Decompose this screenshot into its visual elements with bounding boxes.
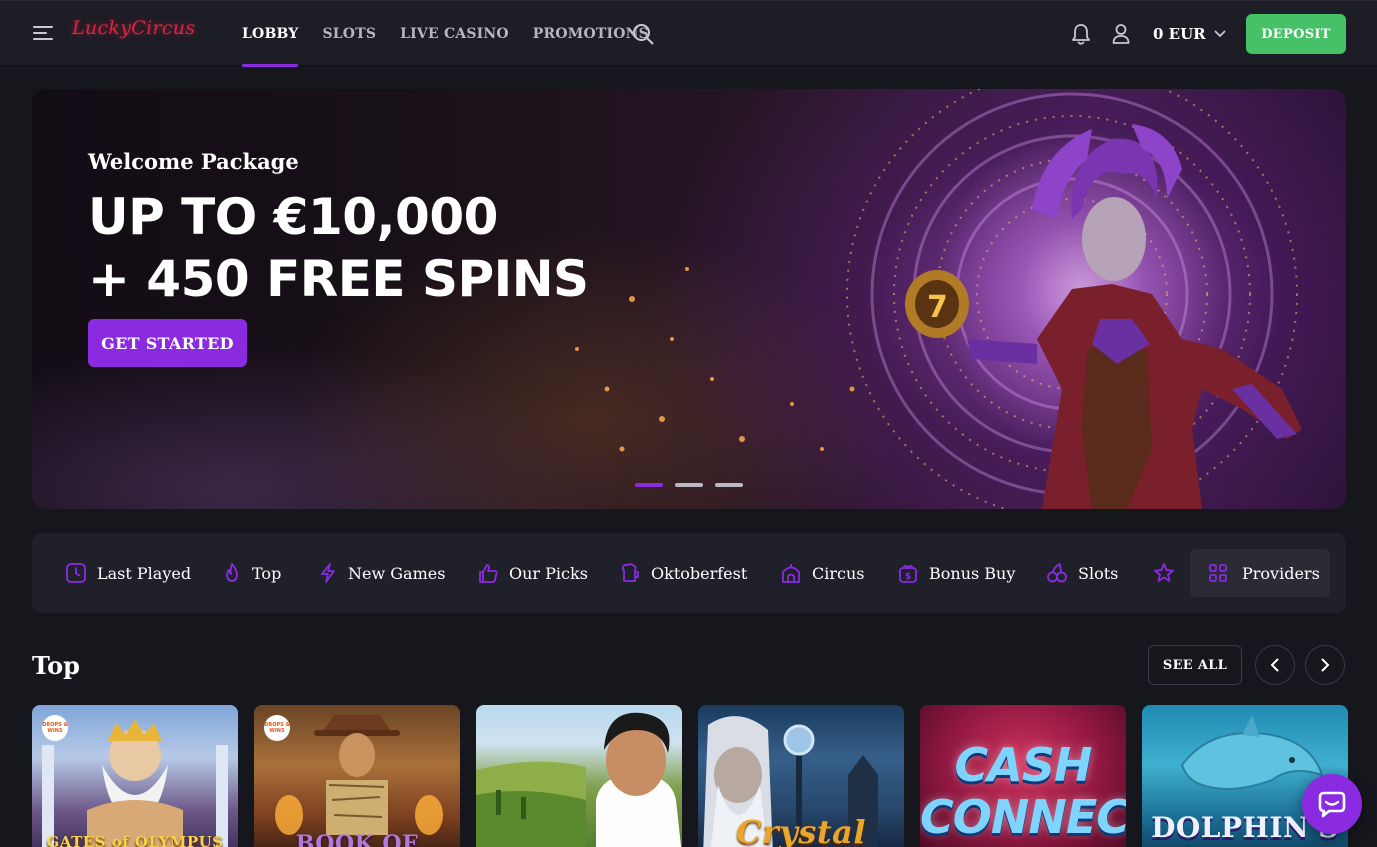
hero-title: UP TO €10,000 + 450 FREE SPINS <box>88 186 589 310</box>
section-title-top: Top <box>32 651 80 680</box>
game-artwork <box>476 712 682 847</box>
category-our-picks[interactable]: Our Picks <box>477 533 588 613</box>
gift-bag-icon: $ <box>899 564 917 583</box>
game-tile[interactable]: Crystal <box>698 705 904 847</box>
clock-icon <box>66 563 86 583</box>
svg-text:$: $ <box>905 572 911 582</box>
circus-tent-icon <box>782 564 800 583</box>
carousel-next-button[interactable] <box>1305 645 1345 685</box>
category-bar: Last Played Top New Games Our Picks Okto… <box>32 533 1346 613</box>
hero-banner[interactable]: 7 Welcome Package UP TO €10,000 + 450 FR… <box>32 89 1346 509</box>
category-label: Top <box>252 563 282 583</box>
providers-label: Providers <box>1242 563 1320 583</box>
nav-lobby[interactable]: LOBBY <box>242 1 299 67</box>
nav-slots[interactable]: SLOTS <box>322 1 376 67</box>
flame-icon <box>226 563 238 582</box>
balance-amount: 0 EUR <box>1153 25 1206 43</box>
nav-live-casino[interactable]: LIVE CASINO <box>400 1 509 67</box>
deposit-button[interactable]: DEPOSIT <box>1246 14 1346 54</box>
hero-title-line-1: UP TO €10,000 <box>88 188 498 246</box>
chevron-down-icon <box>1214 30 1226 38</box>
chevron-right-icon <box>1321 658 1330 672</box>
top-bar: LuckyCircus LOBBY SLOTS LIVE CASINO PROM… <box>0 0 1377 67</box>
category-last-played[interactable]: Last Played <box>65 533 191 613</box>
category-top[interactable]: Top <box>222 533 281 613</box>
category-label: Slots <box>1078 563 1119 583</box>
hero-subtitle: Welcome Package <box>88 149 299 174</box>
chevron-left-icon <box>1270 658 1279 672</box>
main-nav: LOBBY SLOTS LIVE CASINO PROMOTIONS <box>242 1 673 67</box>
get-started-button[interactable]: GET STARTED <box>88 319 247 367</box>
slide-indicator <box>635 483 743 487</box>
game-tile[interactable]: CASH CONNECTION <box>920 705 1126 847</box>
cherries-icon <box>1047 563 1067 583</box>
thumbs-up-icon <box>479 564 498 583</box>
game-artwork <box>275 715 443 835</box>
chat-bubble-icon <box>1318 791 1346 818</box>
hero-title-line-2: + 450 FREE SPINS <box>88 250 589 308</box>
category-favorites[interactable] <box>1153 533 1185 613</box>
star-icon <box>1154 563 1174 582</box>
category-label: Our Picks <box>509 563 588 583</box>
live-chat-button[interactable] <box>1302 774 1362 834</box>
category-oktoberfest[interactable]: Oktoberfest <box>619 533 747 613</box>
category-label: Last Played <box>97 563 192 583</box>
game-artwork <box>42 719 228 847</box>
category-new-games[interactable]: New Games <box>318 533 445 613</box>
category-label: New Games <box>348 563 446 583</box>
bell-icon[interactable] <box>1070 22 1092 46</box>
game-title: GATES of OLYMPUS <box>46 833 224 847</box>
grid-icon <box>1209 564 1227 582</box>
game-tile[interactable]: DROPS & WINS GATES of OLYMPUS <box>32 705 238 847</box>
carousel-prev-button[interactable] <box>1255 645 1295 685</box>
category-circus[interactable]: Circus <box>780 533 864 613</box>
game-title: Crystal <box>735 813 867 847</box>
slide-dot-1[interactable] <box>635 483 663 487</box>
brand-logo[interactable]: LuckyCircus <box>72 17 195 39</box>
game-tile[interactable]: DROPS & WINS BOOK OF <box>254 705 460 847</box>
providers-button[interactable]: Providers <box>1190 549 1330 597</box>
category-label: Bonus Buy <box>929 563 1016 583</box>
game-title: BOOK OF <box>295 831 419 847</box>
beer-mug-icon <box>621 563 639 582</box>
game-title: CASH CONNECTION <box>920 738 1126 844</box>
see-all-button[interactable]: SEE ALL <box>1148 645 1242 685</box>
search-icon[interactable] <box>632 23 654 45</box>
slide-dot-2[interactable] <box>675 483 703 487</box>
balance-dropdown[interactable]: 0 EUR <box>1153 23 1226 45</box>
slide-dot-3[interactable] <box>715 483 743 487</box>
category-label: Oktoberfest <box>651 563 748 583</box>
category-slots[interactable]: Slots <box>1046 533 1118 613</box>
category-label: Circus <box>812 563 865 583</box>
category-bonus-buy[interactable]: $ Bonus Buy <box>897 533 1015 613</box>
game-tile[interactable] <box>476 705 682 847</box>
lightning-icon <box>321 563 335 583</box>
menu-icon[interactable] <box>33 23 55 43</box>
user-icon[interactable] <box>1110 22 1132 46</box>
svg-text:7: 7 <box>927 290 948 325</box>
